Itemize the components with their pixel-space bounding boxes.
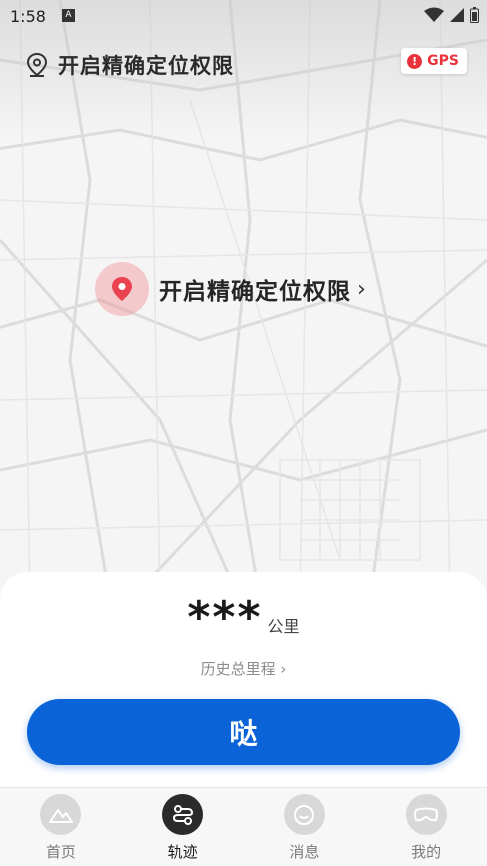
tab-messages[interactable]: 消息 (244, 788, 366, 866)
status-right (424, 7, 479, 23)
mountain-icon (48, 808, 73, 823)
tab-label: 轨迹 (167, 843, 198, 861)
location-pin-icon (112, 277, 132, 301)
total-distance: *** 公里 (0, 592, 487, 643)
tab-label: 首页 (45, 843, 76, 861)
status-bar: 1:58 A (0, 0, 487, 34)
tab-track[interactable]: 轨迹 (122, 788, 244, 866)
chat-icon (294, 804, 315, 825)
tab-home-icon-bg (40, 794, 82, 835)
enable-location-prompt[interactable]: 开启精确定位权限 › (95, 262, 366, 316)
route-icon (172, 804, 193, 825)
tab-profile[interactable]: 我的 (365, 788, 487, 866)
start-button[interactable]: 哒 (27, 699, 460, 765)
pin-circle (95, 262, 149, 316)
wifi-icon (424, 7, 444, 22)
bottom-tab-bar: 首页 轨迹 消息 我的 (0, 787, 487, 866)
tab-messages-icon-bg (283, 794, 325, 835)
tab-label: 消息 (289, 843, 320, 861)
history-total-link[interactable]: 历史总里程 › (0, 658, 487, 679)
goggles-icon (414, 807, 439, 821)
tab-track-icon-bg (162, 794, 204, 835)
distance-unit: 公里 (267, 617, 300, 636)
prompt-label: 开启精确定位权限 (159, 279, 351, 305)
gps-status-badge[interactable]: ! GPS (401, 48, 467, 74)
alert-icon: ! (407, 53, 423, 69)
status-time: 1:58 (10, 7, 46, 26)
location-pin-outline-icon (26, 52, 48, 77)
header-title: 开启精确定位权限 (58, 54, 234, 78)
battery-icon (470, 7, 479, 23)
gps-label: GPS (427, 53, 459, 69)
chevron-right-icon: › (357, 276, 366, 302)
app-notification-icon: A (62, 9, 75, 22)
signal-icon (450, 8, 464, 22)
bottom-sheet: *** 公里 历史总里程 › 哒 (0, 572, 487, 792)
tab-profile-icon-bg (405, 794, 447, 835)
distance-value: *** (187, 592, 263, 643)
tab-home[interactable]: 首页 (0, 788, 122, 866)
tab-label: 我的 (411, 843, 442, 861)
location-permission-header[interactable]: 开启精确定位权限 (26, 50, 234, 80)
